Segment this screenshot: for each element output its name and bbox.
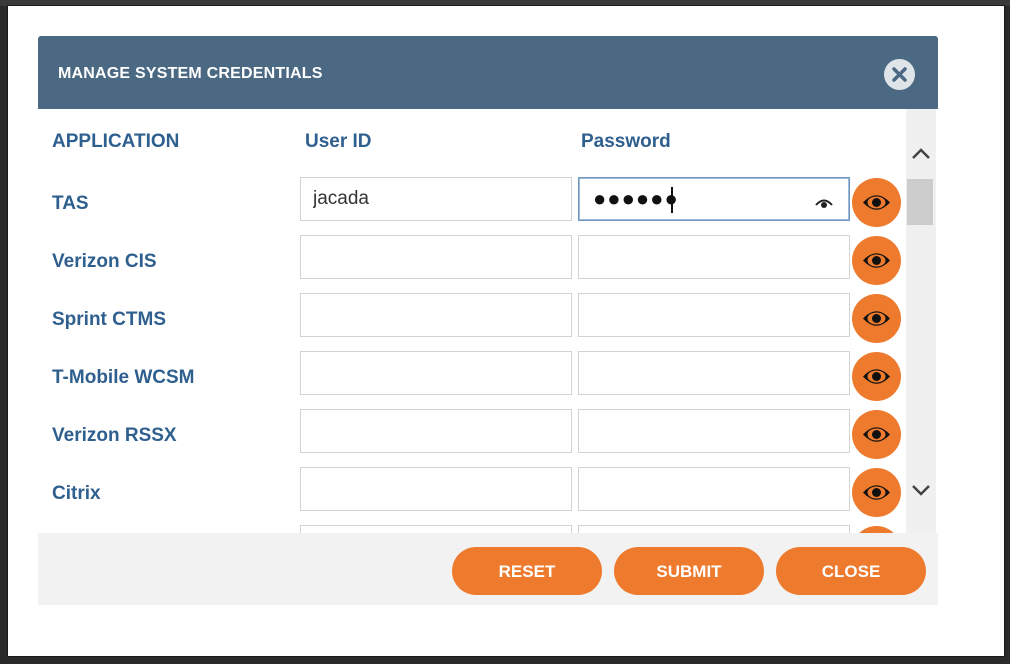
credential-row: Citrix	[38, 467, 906, 517]
dialog-title: MANAGE SYSTEM CREDENTIALS	[58, 65, 323, 82]
password-field[interactable]	[578, 525, 850, 533]
password-field[interactable]: ●●●●●●	[578, 177, 850, 221]
eye-icon	[863, 485, 890, 500]
eye-icon	[863, 311, 890, 326]
dialog-footer: RESET SUBMIT CLOSE	[38, 533, 938, 605]
reset-button[interactable]: RESET	[452, 547, 602, 595]
user-id-field[interactable]	[300, 467, 572, 511]
password-value: ●●●●●●	[593, 186, 679, 211]
credential-row: Sprint CTMS	[38, 293, 906, 343]
show-password-button[interactable]	[852, 526, 901, 533]
column-header-application: APPLICATION	[52, 131, 180, 152]
scroll-thumb[interactable]	[907, 179, 933, 225]
text-cursor	[671, 187, 673, 213]
application-label: TAS	[52, 193, 89, 214]
credentials-dialog: MANAGE SYSTEM CREDENTIALS APPLICATION Us…	[38, 36, 938, 605]
scrollbar[interactable]	[906, 109, 936, 533]
application-label: T-Mobile WCSM	[52, 367, 195, 388]
credential-row	[38, 525, 906, 533]
password-field[interactable]	[578, 235, 850, 279]
user-id-field[interactable]	[300, 351, 572, 395]
credential-row: TAS ●●●●●●	[38, 177, 906, 227]
password-field[interactable]	[578, 351, 850, 395]
application-label: Sprint CTMS	[52, 309, 166, 330]
chevron-up-icon[interactable]	[906, 139, 936, 169]
close-dialog-icon[interactable]	[884, 59, 915, 90]
submit-button[interactable]: SUBMIT	[614, 547, 764, 595]
eye-icon	[863, 253, 890, 268]
show-password-button[interactable]	[852, 294, 901, 343]
user-id-field[interactable]	[300, 409, 572, 453]
user-id-field[interactable]	[300, 525, 572, 533]
app-window: MANAGE SYSTEM CREDENTIALS APPLICATION Us…	[8, 6, 1004, 656]
column-header-user-id: User ID	[305, 131, 372, 152]
password-field[interactable]	[578, 293, 850, 337]
eye-icon	[863, 427, 890, 442]
password-field[interactable]	[578, 467, 850, 511]
credential-row: Verizon RSSX	[38, 409, 906, 459]
user-id-field[interactable]	[300, 293, 572, 337]
show-password-button[interactable]	[852, 410, 901, 459]
eye-icon	[863, 195, 890, 210]
chevron-down-icon[interactable]	[906, 475, 936, 505]
credential-row: Verizon CIS	[38, 235, 906, 285]
show-password-button[interactable]	[852, 236, 901, 285]
column-header-password: Password	[581, 131, 671, 152]
close-button[interactable]: CLOSE	[776, 547, 926, 595]
credential-row: T-Mobile WCSM	[38, 351, 906, 401]
dialog-header: MANAGE SYSTEM CREDENTIALS	[38, 36, 938, 109]
show-password-button[interactable]	[852, 468, 901, 517]
reveal-eye-icon[interactable]	[815, 193, 833, 215]
show-password-button[interactable]	[852, 352, 901, 401]
application-label: Citrix	[52, 483, 101, 504]
user-id-field[interactable]	[300, 235, 572, 279]
application-label: Verizon RSSX	[52, 425, 177, 446]
show-password-button[interactable]	[852, 178, 901, 227]
eye-icon	[863, 369, 890, 384]
application-label: Verizon CIS	[52, 251, 157, 272]
password-field[interactable]	[578, 409, 850, 453]
user-id-field[interactable]	[300, 177, 572, 221]
credentials-list: APPLICATION User ID Password TAS ●●●●●●	[38, 109, 938, 533]
